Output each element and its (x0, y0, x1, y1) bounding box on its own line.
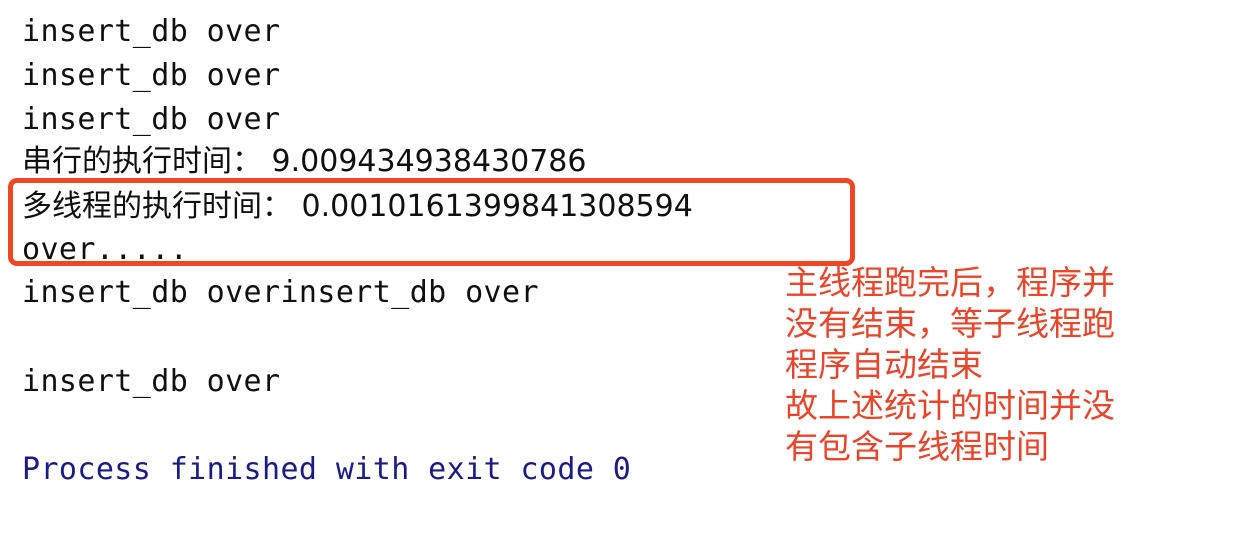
console-line-insert-db-4: insert_db over (22, 364, 281, 399)
console-line-process-finished: Process finished with exit code 0 (22, 452, 632, 487)
annotation-line-2: 没有结束，等子线程跑 (785, 304, 1115, 343)
console-line-insert-db-1: insert_db over (22, 14, 281, 49)
red-annotation: 主线程跑完后，程序并 没有结束，等子线程跑 程序自动结束 故上述统计的时间并没 … (785, 262, 1252, 467)
annotation-line-4: 故上述统计的时间并没 (785, 386, 1115, 425)
annotation-line-1: 主线程跑完后，程序并 (785, 263, 1115, 302)
annotation-line-5: 有包含子线程时间 (785, 427, 1049, 466)
console-line-insert-db-3: insert_db over (22, 102, 281, 137)
console-line-over-dots: over..... (22, 232, 189, 267)
console-line-serial-time: 串行的执行时间： 9.009434938430786 (22, 144, 587, 179)
console-line-multithread-time: 多线程的执行时间： 0.0010161399841308594 (22, 189, 693, 224)
screenshot-root: insert_db over insert_db over insert_db … (0, 0, 1252, 540)
annotation-line-3: 程序自动结束 (785, 345, 983, 384)
console-line-insert-db-2: insert_db over (22, 58, 281, 93)
console-line-insert-db-concat: insert_db overinsert_db over (22, 275, 539, 310)
